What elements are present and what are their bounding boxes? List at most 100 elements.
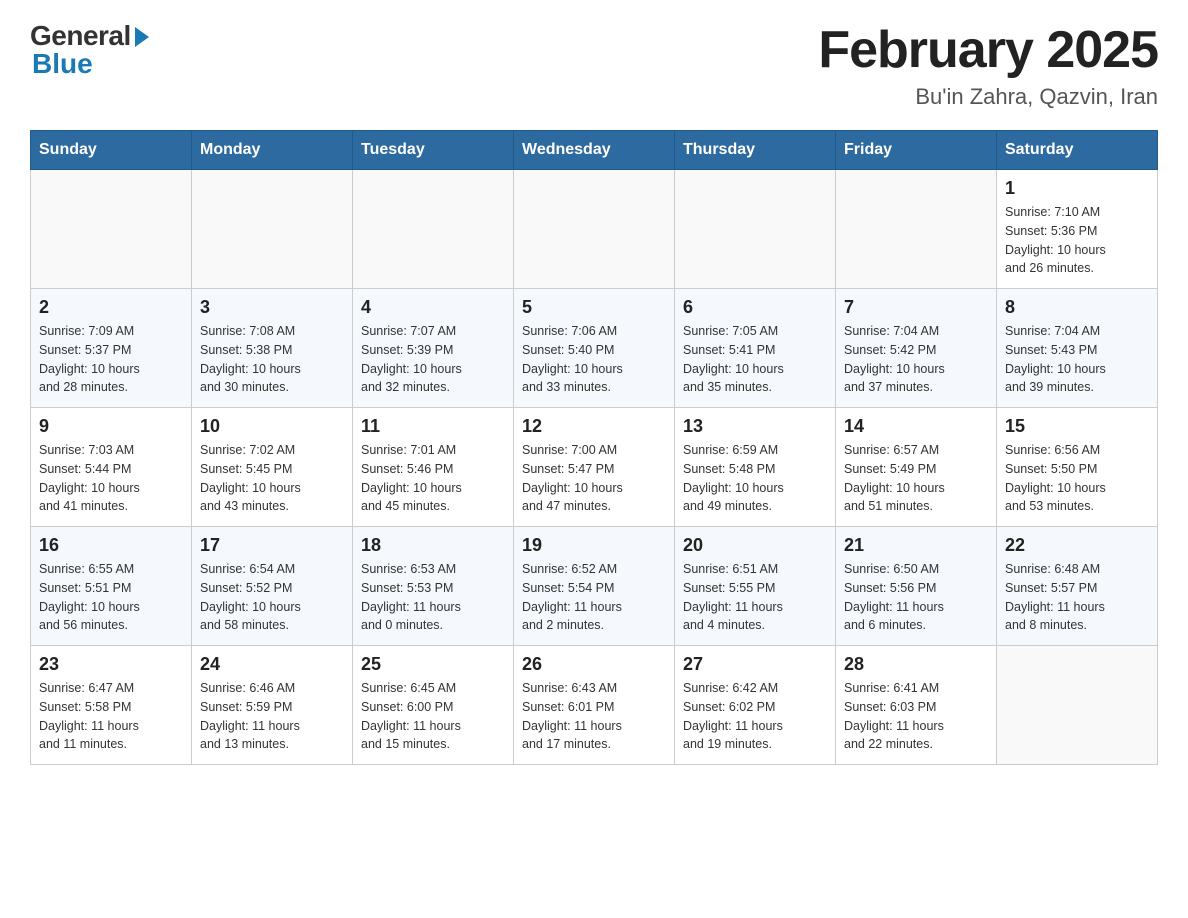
weekday-header: Friday [836, 131, 997, 170]
day-info: Sunrise: 6:55 AM Sunset: 5:51 PM Dayligh… [39, 560, 183, 635]
day-info: Sunrise: 6:56 AM Sunset: 5:50 PM Dayligh… [1005, 441, 1149, 516]
day-number: 10 [200, 416, 344, 437]
day-number: 20 [683, 535, 827, 556]
day-info: Sunrise: 7:05 AM Sunset: 5:41 PM Dayligh… [683, 322, 827, 397]
day-number: 15 [1005, 416, 1149, 437]
calendar-cell: 16 Sunrise: 6:55 AM Sunset: 5:51 PM Dayli… [31, 527, 192, 646]
calendar-cell [675, 170, 836, 289]
logo-arrow-icon [135, 27, 149, 47]
calendar-cell: 23Sunrise: 6:47 AM Sunset: 5:58 PM Dayli… [31, 646, 192, 765]
calendar-cell: 3 Sunrise: 7:08 AM Sunset: 5:38 PM Daylig… [192, 289, 353, 408]
day-number: 6 [683, 297, 827, 318]
day-number: 3 [200, 297, 344, 318]
calendar-week-row: 16 Sunrise: 6:55 AM Sunset: 5:51 PM Dayli… [31, 527, 1158, 646]
day-number: 26 [522, 654, 666, 675]
day-info: Sunrise: 6:53 AM Sunset: 5:53 PM Dayligh… [361, 560, 505, 635]
calendar-cell: 27Sunrise: 6:42 AM Sunset: 6:02 PM Dayli… [675, 646, 836, 765]
day-info: Sunrise: 7:07 AM Sunset: 5:39 PM Dayligh… [361, 322, 505, 397]
day-number: 2 [39, 297, 183, 318]
calendar-cell: 24 Sunrise: 6:46 AM Sunset: 5:59 PM Dayli… [192, 646, 353, 765]
day-info: Sunrise: 6:43 AM Sunset: 6:01 PM Dayligh… [522, 679, 666, 754]
calendar-cell: 21 Sunrise: 6:50 AM Sunset: 5:56 PM Dayli… [836, 527, 997, 646]
weekday-header: Thursday [675, 131, 836, 170]
day-number: 5 [522, 297, 666, 318]
day-number: 19 [522, 535, 666, 556]
calendar-cell: 26 Sunrise: 6:43 AM Sunset: 6:01 PM Dayli… [514, 646, 675, 765]
calendar-cell: 13 Sunrise: 6:59 AM Sunset: 5:48 PM Dayli… [675, 408, 836, 527]
calendar-cell: 18 Sunrise: 6:53 AM Sunset: 5:53 PM Dayli… [353, 527, 514, 646]
weekday-header: Tuesday [353, 131, 514, 170]
calendar-cell: 25 Sunrise: 6:45 AM Sunset: 6:00 PM Dayli… [353, 646, 514, 765]
day-info: Sunrise: 6:59 AM Sunset: 5:48 PM Dayligh… [683, 441, 827, 516]
title-block: February 2025 Bu'in Zahra, Qazvin, Iran [818, 20, 1158, 110]
calendar-table: SundayMondayTuesdayWednesdayThursdayFrid… [30, 130, 1158, 765]
calendar-cell: 6 Sunrise: 7:05 AM Sunset: 5:41 PM Daylig… [675, 289, 836, 408]
day-number: 18 [361, 535, 505, 556]
day-info: Sunrise: 6:52 AM Sunset: 5:54 PM Dayligh… [522, 560, 666, 635]
day-info: Sunrise: 6:41 AM Sunset: 6:03 PM Dayligh… [844, 679, 988, 754]
calendar-cell: 5 Sunrise: 7:06 AM Sunset: 5:40 PM Daylig… [514, 289, 675, 408]
calendar-cell: 11Sunrise: 7:01 AM Sunset: 5:46 PM Dayli… [353, 408, 514, 527]
calendar-cell: 1 Sunrise: 7:10 AM Sunset: 5:36 PM Daylig… [997, 170, 1158, 289]
day-info: Sunrise: 7:00 AM Sunset: 5:47 PM Dayligh… [522, 441, 666, 516]
calendar-cell: 12 Sunrise: 7:00 AM Sunset: 5:47 PM Dayli… [514, 408, 675, 527]
day-number: 23 [39, 654, 183, 675]
calendar-cell: 15 Sunrise: 6:56 AM Sunset: 5:50 PM Dayli… [997, 408, 1158, 527]
day-info: Sunrise: 7:02 AM Sunset: 5:45 PM Dayligh… [200, 441, 344, 516]
day-number: 14 [844, 416, 988, 437]
day-info: Sunrise: 6:46 AM Sunset: 5:59 PM Dayligh… [200, 679, 344, 754]
calendar-cell: 9 Sunrise: 7:03 AM Sunset: 5:44 PM Daylig… [31, 408, 192, 527]
day-info: Sunrise: 6:51 AM Sunset: 5:55 PM Dayligh… [683, 560, 827, 635]
weekday-header: Wednesday [514, 131, 675, 170]
calendar-cell: 14Sunrise: 6:57 AM Sunset: 5:49 PM Dayli… [836, 408, 997, 527]
day-number: 1 [1005, 178, 1149, 199]
calendar-cell [353, 170, 514, 289]
calendar-cell [31, 170, 192, 289]
day-number: 25 [361, 654, 505, 675]
day-info: Sunrise: 7:08 AM Sunset: 5:38 PM Dayligh… [200, 322, 344, 397]
day-info: Sunrise: 6:42 AM Sunset: 6:02 PM Dayligh… [683, 679, 827, 754]
calendar-cell [514, 170, 675, 289]
location-subtitle: Bu'in Zahra, Qazvin, Iran [818, 84, 1158, 110]
day-number: 7 [844, 297, 988, 318]
day-number: 9 [39, 416, 183, 437]
day-info: Sunrise: 6:48 AM Sunset: 5:57 PM Dayligh… [1005, 560, 1149, 635]
day-number: 21 [844, 535, 988, 556]
day-number: 13 [683, 416, 827, 437]
logo-blue-text: Blue [32, 48, 93, 80]
month-title: February 2025 [818, 20, 1158, 80]
day-number: 24 [200, 654, 344, 675]
calendar-week-row: 23Sunrise: 6:47 AM Sunset: 5:58 PM Dayli… [31, 646, 1158, 765]
day-number: 8 [1005, 297, 1149, 318]
weekday-header: Saturday [997, 131, 1158, 170]
day-info: Sunrise: 7:10 AM Sunset: 5:36 PM Dayligh… [1005, 203, 1149, 278]
calendar-cell: 10 Sunrise: 7:02 AM Sunset: 5:45 PM Dayli… [192, 408, 353, 527]
day-info: Sunrise: 6:45 AM Sunset: 6:00 PM Dayligh… [361, 679, 505, 754]
calendar-cell [997, 646, 1158, 765]
day-number: 12 [522, 416, 666, 437]
calendar-cell: 4 Sunrise: 7:07 AM Sunset: 5:39 PM Daylig… [353, 289, 514, 408]
logo: General Blue [30, 20, 149, 80]
day-number: 4 [361, 297, 505, 318]
day-number: 11 [361, 416, 505, 437]
day-info: Sunrise: 7:09 AM Sunset: 5:37 PM Dayligh… [39, 322, 183, 397]
day-info: Sunrise: 6:50 AM Sunset: 5:56 PM Dayligh… [844, 560, 988, 635]
calendar-header-row: SundayMondayTuesdayWednesdayThursdayFrid… [31, 131, 1158, 170]
calendar-cell: 2 Sunrise: 7:09 AM Sunset: 5:37 PM Daylig… [31, 289, 192, 408]
day-info: Sunrise: 6:54 AM Sunset: 5:52 PM Dayligh… [200, 560, 344, 635]
day-info: Sunrise: 7:03 AM Sunset: 5:44 PM Dayligh… [39, 441, 183, 516]
day-info: Sunrise: 7:06 AM Sunset: 5:40 PM Dayligh… [522, 322, 666, 397]
calendar-cell [192, 170, 353, 289]
day-info: Sunrise: 7:04 AM Sunset: 5:42 PM Dayligh… [844, 322, 988, 397]
calendar-cell: 17Sunrise: 6:54 AM Sunset: 5:52 PM Dayli… [192, 527, 353, 646]
calendar-week-row: 9 Sunrise: 7:03 AM Sunset: 5:44 PM Daylig… [31, 408, 1158, 527]
day-number: 28 [844, 654, 988, 675]
day-number: 22 [1005, 535, 1149, 556]
calendar-cell: 19 Sunrise: 6:52 AM Sunset: 5:54 PM Dayli… [514, 527, 675, 646]
calendar-cell: 28 Sunrise: 6:41 AM Sunset: 6:03 PM Dayli… [836, 646, 997, 765]
weekday-header: Monday [192, 131, 353, 170]
calendar-cell: 20 Sunrise: 6:51 AM Sunset: 5:55 PM Dayli… [675, 527, 836, 646]
weekday-header: Sunday [31, 131, 192, 170]
day-number: 16 [39, 535, 183, 556]
calendar-cell: 7 Sunrise: 7:04 AM Sunset: 5:42 PM Daylig… [836, 289, 997, 408]
